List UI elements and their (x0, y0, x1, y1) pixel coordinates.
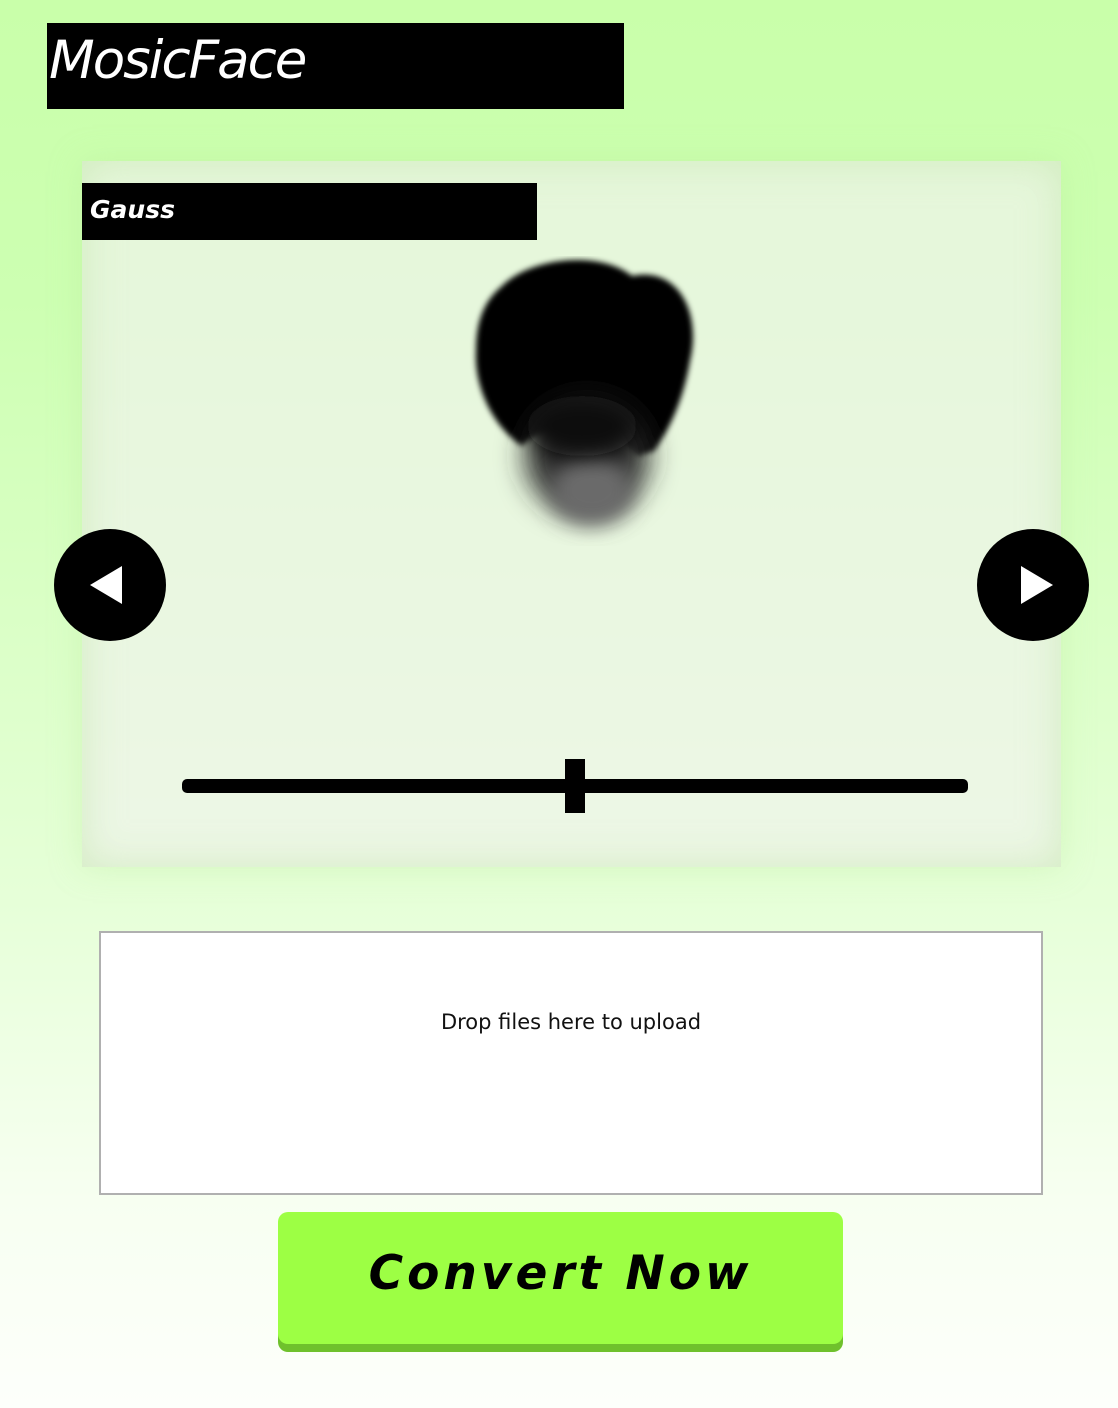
file-dropzone[interactable]: Drop files here to upload (99, 931, 1043, 1195)
convert-button-label: Convert Now (368, 1246, 753, 1301)
filter-name-banner: Gauss (82, 183, 537, 240)
intensity-slider[interactable] (182, 759, 968, 813)
dropzone-prompt: Drop files here to upload (440, 1010, 702, 1034)
previous-filter-button[interactable] (54, 529, 166, 641)
app-logo: MosicFace (47, 23, 624, 109)
triangle-left-icon (90, 566, 122, 604)
slider-thumb[interactable] (565, 759, 585, 813)
convert-now-button[interactable]: Convert Now (278, 1212, 843, 1344)
app-title: MosicFace (49, 30, 307, 91)
next-filter-button[interactable] (977, 529, 1089, 641)
filter-name-label: Gauss (90, 195, 175, 224)
preview-panel: Gauss (82, 161, 1061, 867)
triangle-right-icon (1021, 566, 1053, 604)
preview-image (475, 259, 693, 525)
